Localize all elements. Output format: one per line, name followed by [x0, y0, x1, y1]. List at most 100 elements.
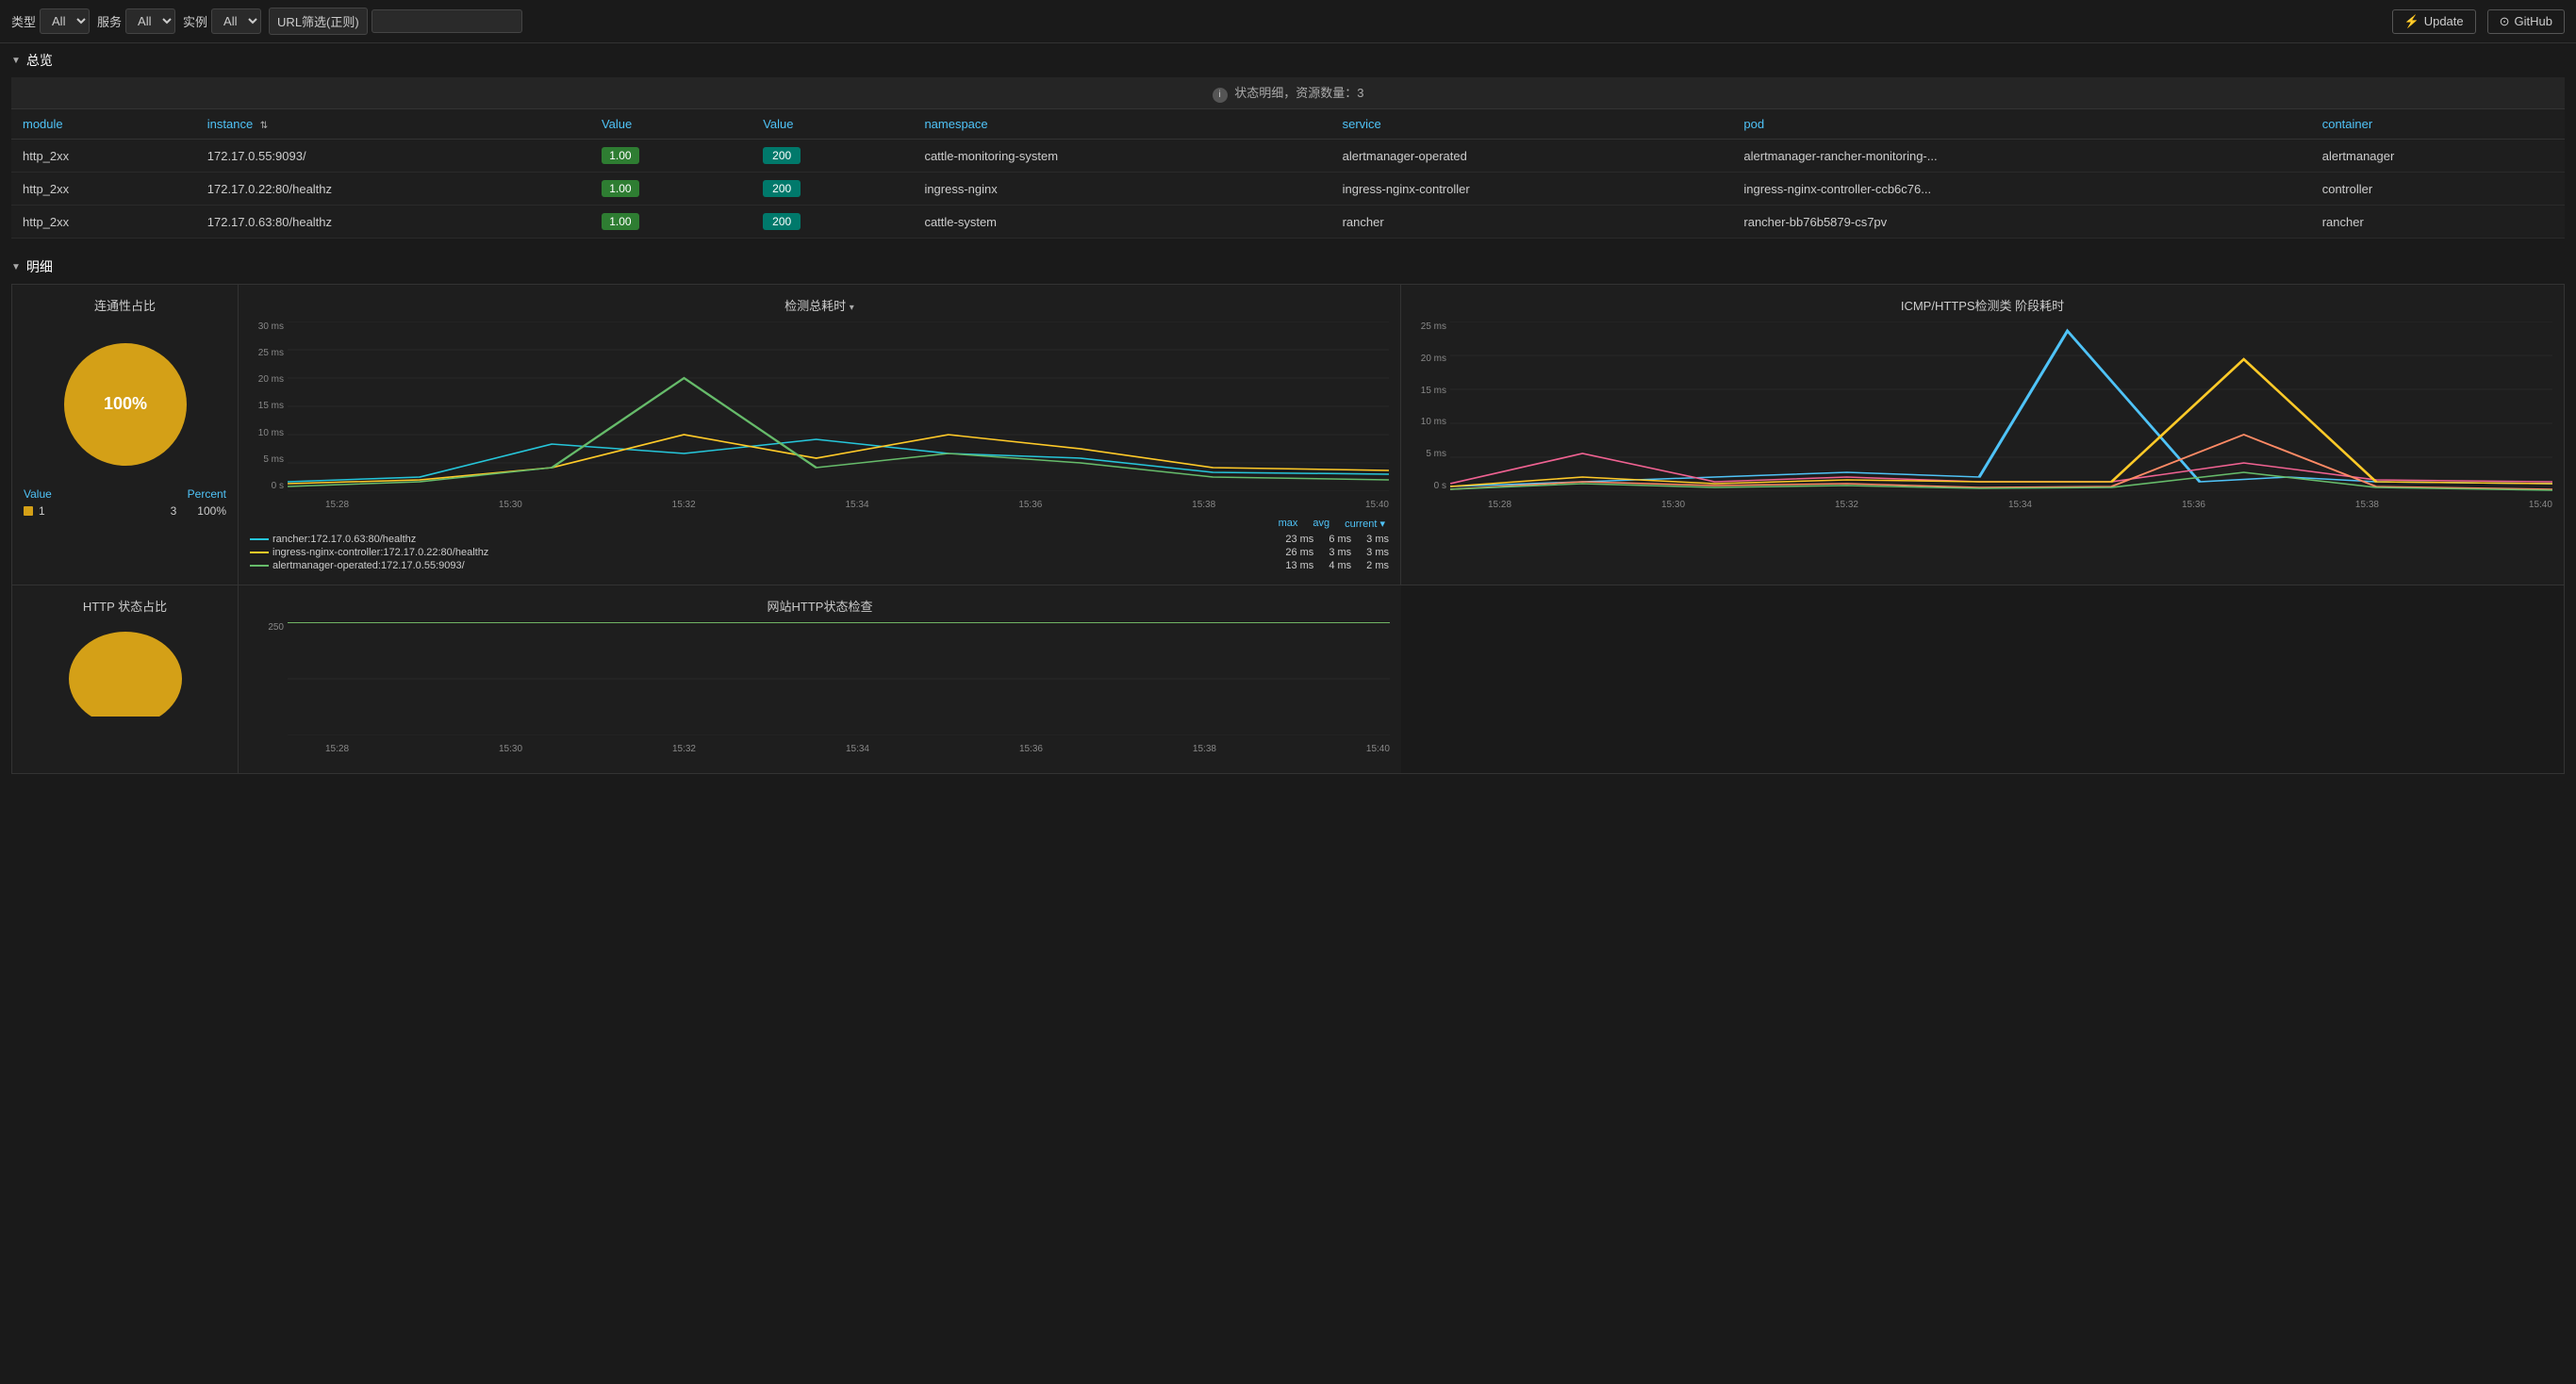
y-axis-labels: 30 ms 25 ms 20 ms 15 ms 10 ms 5 ms 0 s: [250, 321, 288, 491]
overview-section-header[interactable]: ▼ 总览: [0, 43, 2576, 77]
service-filter-group: 服务 All: [97, 8, 175, 34]
instance-filter-group: 实例 All: [183, 8, 261, 34]
icmp-chart-title: ICMP/HTTPS检测类 阶段耗时: [1412, 296, 2552, 314]
chart-legend: max avg current ▾ rancher:172.17.0.63:80…: [250, 518, 1389, 571]
cell-instance: 172.17.0.55:9093/: [196, 140, 590, 173]
max-header: max: [1279, 518, 1298, 530]
legend-label-rancher: rancher:172.17.0.63:80/healthz: [272, 534, 416, 545]
legend-row-rancher: rancher:172.17.0.63:80/healthz 23 ms 6 m…: [250, 534, 1389, 545]
http-pie-svg: [59, 622, 191, 717]
update-button[interactable]: ⚡ Update: [2392, 9, 2476, 34]
type-filter-group: 类型 All: [11, 8, 90, 34]
col-module[interactable]: module: [11, 109, 196, 140]
sort-icon: ⇅: [260, 121, 268, 131]
http-status-title: HTTP 状态占比: [24, 597, 226, 615]
rancher-current: 3 ms: [1366, 534, 1389, 545]
alertmanager-max: 13 ms: [1285, 560, 1313, 571]
legend-label-alertmanager: alertmanager-operated:172.17.0.55:9093/: [272, 560, 465, 571]
col-service[interactable]: service: [1331, 109, 1733, 140]
pie-legend-row: 1 3 100%: [24, 504, 226, 518]
chevron-down-icon-2: ▼: [11, 262, 21, 272]
cell-service: rancher: [1331, 206, 1733, 239]
detection-chart-panel: 检测总耗时 ▾ 30 ms 25 ms 20 ms 15 ms 10 ms 5 …: [239, 285, 1401, 585]
cell-value2: 200: [751, 173, 913, 206]
service-label: 服务: [97, 12, 122, 30]
service-select[interactable]: All: [125, 8, 175, 34]
cell-instance: 172.17.0.63:80/healthz: [196, 206, 590, 239]
lightning-icon: ⚡: [2404, 14, 2419, 29]
col-value1[interactable]: Value: [590, 109, 751, 140]
legend-label-ingress: ingress-nginx-controller:172.17.0.22:80/…: [272, 547, 488, 558]
detection-chart-title: 检测总耗时 ▾: [250, 296, 1389, 314]
connectivity-pie-title: 连通性占比: [24, 296, 226, 314]
alertmanager-avg: 4 ms: [1329, 560, 1351, 571]
url-filter-group: URL筛选(正则): [269, 8, 522, 35]
table-header-row: module instance ⇅ Value Value namespace …: [11, 109, 2565, 140]
table-row: http_2xx 172.17.0.22:80/healthz 1.00 200…: [11, 173, 2565, 206]
chevron-down-icon-3[interactable]: ▾: [850, 303, 854, 313]
instance-select[interactable]: All: [211, 8, 261, 34]
table-row: http_2xx 172.17.0.55:9093/ 1.00 200 catt…: [11, 140, 2565, 173]
http-pie-container: [24, 622, 226, 717]
pie-legend-header: Value Percent: [24, 487, 226, 501]
value-col-header: Value: [24, 487, 52, 501]
percent-col-header: Percent: [188, 487, 226, 501]
http-status-panel: HTTP 状态占比: [12, 585, 239, 773]
http-status-chart-panel: 网站HTTP状态检查 250 15:28 15:30 15:32: [239, 585, 1401, 773]
url-filter-input[interactable]: [372, 9, 522, 33]
cell-container: controller: [2311, 173, 2565, 206]
http-x-axis: 15:28 15:30 15:32 15:34 15:36 15:38 15:4…: [288, 744, 1390, 754]
icmp-chart-panel: ICMP/HTTPS检测类 阶段耗时 25 ms 20 ms 15 ms 10 …: [1401, 285, 2564, 585]
github-button[interactable]: ⊙ GitHub: [2487, 9, 2565, 34]
avg-header: avg: [1313, 518, 1329, 530]
current-header: current ▾: [1345, 518, 1385, 530]
col-namespace[interactable]: namespace: [913, 109, 1330, 140]
type-label: 类型: [11, 12, 36, 30]
alertmanager-current: 2 ms: [1366, 560, 1389, 571]
overview-title: 总览: [26, 51, 53, 70]
cell-pod: ingress-nginx-controller-ccb6c76...: [1732, 173, 2310, 206]
detection-chart-area: 30 ms 25 ms 20 ms 15 ms 10 ms 5 ms 0 s: [250, 321, 1389, 510]
detail-grid: 连通性占比 100% Value Percent 1 3 100% 检测总耗时: [11, 284, 2565, 585]
type-select[interactable]: All: [40, 8, 90, 34]
legend-percent-1: 100%: [197, 504, 226, 518]
detection-svg: [288, 321, 1389, 491]
connectivity-pie-svg: 100%: [50, 329, 201, 480]
http-y-axis: 250: [250, 622, 288, 735]
cell-value2: 200: [751, 206, 913, 239]
col-pod[interactable]: pod: [1732, 109, 2310, 140]
icmp-x-axis: 15:28 15:30 15:32 15:34 15:36 15:38 15:4…: [1450, 500, 2552, 510]
legend-line-yellow: [250, 552, 269, 553]
connectivity-pie-panel: 连通性占比 100% Value Percent 1 3 100%: [12, 285, 239, 585]
cell-value1: 1.00: [590, 173, 751, 206]
ingress-avg: 3 ms: [1329, 547, 1351, 558]
url-filter-label: URL筛选(正则): [269, 8, 368, 35]
col-instance[interactable]: instance ⇅: [196, 109, 590, 140]
legend-line-green: [250, 565, 269, 567]
top-bar-right: ⚡ Update ⊙ GitHub: [2392, 9, 2565, 34]
icmp-svg: [1450, 321, 2552, 491]
cell-value1: 1.00: [590, 140, 751, 173]
rancher-avg: 6 ms: [1329, 534, 1351, 545]
detail-section-header[interactable]: ▼ 明细: [0, 250, 2576, 284]
ingress-max: 26 ms: [1285, 547, 1313, 558]
chart-legend-header: max avg current ▾: [250, 518, 1389, 530]
cell-module: http_2xx: [11, 140, 196, 173]
pie-container: 100%: [24, 321, 226, 487]
legend-dot-1: [24, 506, 33, 516]
info-icon: i: [1213, 88, 1228, 103]
legend-line-cyan: [250, 538, 269, 540]
overview-table: module instance ⇅ Value Value namespace …: [11, 109, 2565, 239]
legend-value-1: 1: [39, 504, 45, 518]
github-icon: ⊙: [2500, 14, 2510, 29]
status-info-text: 状态明细，资源数量：3: [1234, 86, 1363, 100]
cell-instance: 172.17.0.22:80/healthz: [196, 173, 590, 206]
col-container[interactable]: container: [2311, 109, 2565, 140]
detail-grid-second: HTTP 状态占比 网站HTTP状态检查 250: [11, 585, 2565, 774]
status-info-bar: i 状态明细，资源数量：3: [11, 77, 2565, 109]
cell-pod: alertmanager-rancher-monitoring-...: [1732, 140, 2310, 173]
col-value2[interactable]: Value: [751, 109, 913, 140]
cell-container: alertmanager: [2311, 140, 2565, 173]
cell-service: alertmanager-operated: [1331, 140, 1733, 173]
overview-section: i 状态明细，资源数量：3 module instance ⇅ Value Va…: [0, 77, 2576, 250]
